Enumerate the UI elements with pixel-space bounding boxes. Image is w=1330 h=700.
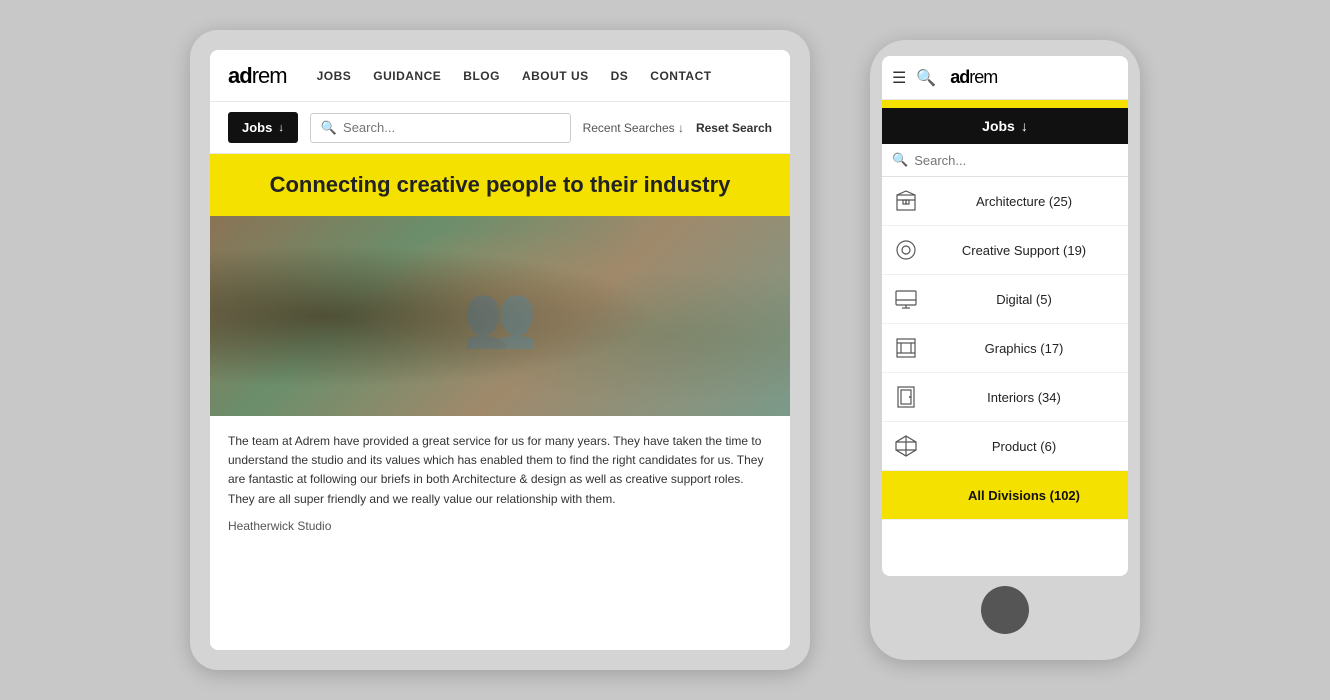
hamburger-icon[interactable]: ☰ (892, 68, 906, 88)
category-graphics[interactable]: Graphics (17) (882, 324, 1128, 373)
testimonial-text: The team at Adrem have provided a great … (228, 432, 772, 509)
category-all-divisions[interactable]: All Divisions (102) (882, 471, 1128, 520)
phone-search-icon[interactable]: 🔍 (916, 68, 936, 88)
phone-search-input[interactable] (914, 153, 1118, 168)
category-creative-support[interactable]: Creative Support (19) (882, 226, 1128, 275)
nav-contact[interactable]: CONTACT (650, 69, 711, 83)
tablet-hero-banner: Connecting creative people to their indu… (210, 154, 790, 216)
interiors-label: Interiors (34) (930, 390, 1118, 405)
testimonial-section: The team at Adrem have provided a great … (210, 416, 790, 650)
product-label: Product (6) (930, 439, 1118, 454)
tablet-search-bar: Jobs ↓ 🔍 Recent Searches ↓ Reset Search (210, 102, 790, 154)
recent-searches-label[interactable]: Recent Searches ↓ (583, 121, 684, 135)
cube-icon (892, 432, 920, 460)
frame-icon (892, 334, 920, 362)
category-architecture[interactable]: Architecture (25) (882, 177, 1128, 226)
tablet-logo: adrem (228, 63, 287, 89)
hero-image (210, 216, 790, 416)
phone-logo: adrem (950, 67, 997, 88)
nav-ds[interactable]: DS (611, 69, 629, 83)
hero-headline: Connecting creative people to their indu… (230, 172, 770, 198)
architecture-label: Architecture (25) (930, 194, 1118, 209)
yellow-stripe (882, 100, 1128, 108)
dropdown-arrow-icon: ↓ (278, 122, 284, 134)
building-icon (892, 187, 920, 215)
phone-search-wrap: 🔍 (882, 144, 1128, 177)
reset-search-button[interactable]: Reset Search (696, 121, 772, 135)
search-icon: 🔍 (321, 120, 337, 136)
phone-search-icon-inner: 🔍 (892, 152, 908, 168)
nav-guidance[interactable]: GUIDANCE (373, 69, 441, 83)
jobs-dropdown-button[interactable]: Jobs ↓ (228, 112, 298, 143)
door-icon (892, 383, 920, 411)
phone-nav: ☰ 🔍 adrem (882, 56, 1128, 100)
phone-home-button[interactable] (981, 586, 1029, 634)
tablet-nav: adrem JOBS GUIDANCE BLOG ABOUT US DS CON… (210, 50, 790, 102)
tablet-device: adrem JOBS GUIDANCE BLOG ABOUT US DS CON… (190, 30, 810, 670)
monitor-icon (892, 285, 920, 313)
nav-jobs[interactable]: JOBS (317, 69, 352, 83)
phone-dropdown-arrow-icon: ↓ (1021, 118, 1028, 134)
category-interiors[interactable]: Interiors (34) (882, 373, 1128, 422)
categories-dropdown: Architecture (25) Creative Support (19) … (882, 177, 1128, 576)
phone-device: ☰ 🔍 adrem Jobs ↓ 🔍 Architecture (2 (870, 40, 1140, 660)
search-input-wrap: 🔍 (310, 113, 571, 143)
search-input[interactable] (343, 120, 560, 135)
digital-label: Digital (5) (930, 292, 1118, 307)
phone-screen: ☰ 🔍 adrem Jobs ↓ 🔍 Architecture (2 (882, 56, 1128, 576)
category-digital[interactable]: Digital (5) (882, 275, 1128, 324)
nav-blog[interactable]: BLOG (463, 69, 500, 83)
graphics-label: Graphics (17) (930, 341, 1118, 356)
circle-dot-icon (892, 236, 920, 264)
creative-support-label: Creative Support (19) (930, 243, 1118, 258)
studio-name: Heatherwick Studio (228, 517, 772, 536)
phone-jobs-button[interactable]: Jobs ↓ (882, 108, 1128, 144)
all-icon (892, 481, 920, 509)
all-divisions-label: All Divisions (102) (930, 488, 1118, 503)
tablet-screen: adrem JOBS GUIDANCE BLOG ABOUT US DS CON… (210, 50, 790, 650)
nav-about-us[interactable]: ABOUT US (522, 69, 589, 83)
category-product[interactable]: Product (6) (882, 422, 1128, 471)
